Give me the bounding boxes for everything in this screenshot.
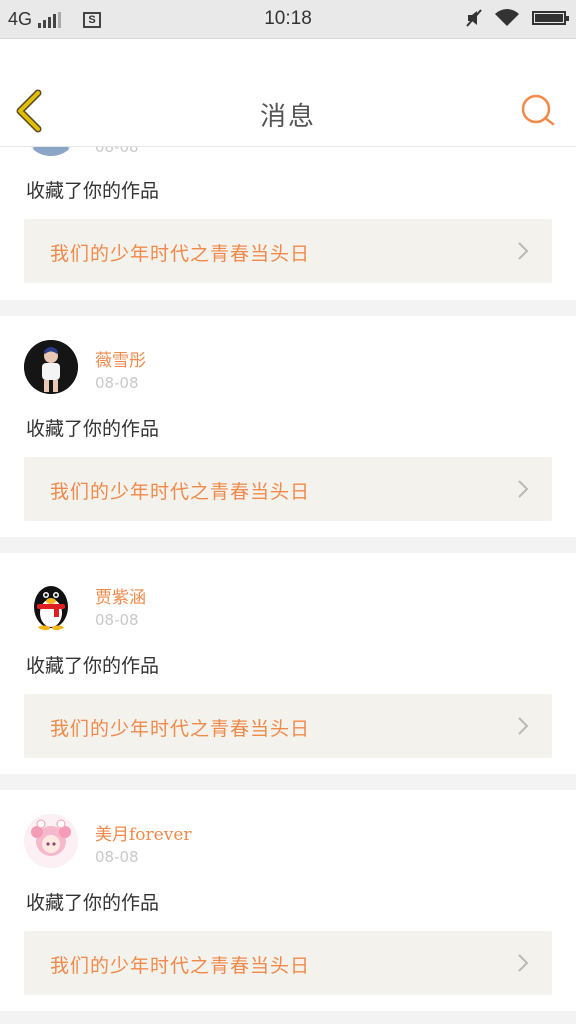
item-username[interactable]: 贾紫涵 bbox=[95, 583, 146, 608]
photo-avatar-icon[interactable] bbox=[24, 340, 78, 394]
item-action: 收藏了你的作品 bbox=[26, 180, 160, 202]
item-username[interactable]: 美月forever bbox=[95, 820, 192, 845]
search-icon[interactable] bbox=[520, 93, 556, 129]
work-link[interactable]: 我们的少年时代之青春当头日 bbox=[24, 694, 552, 758]
mute-icon bbox=[466, 9, 482, 27]
work-title: 我们的少年时代之青春当头日 bbox=[50, 955, 311, 977]
work-link[interactable]: 我们的少年时代之青春当头日 bbox=[24, 931, 552, 995]
status-bar: 4G S 10:18 bbox=[0, 0, 576, 39]
penguin-avatar-icon[interactable] bbox=[24, 577, 78, 631]
list-item: 贾紫涵 08-08 收藏了你的作品 我们的少年时代之青春当头日 bbox=[0, 553, 576, 774]
item-date: 08-08 bbox=[95, 374, 139, 392]
page-title: 消息 bbox=[259, 102, 316, 132]
item-action: 收藏了你的作品 bbox=[26, 892, 160, 914]
item-username[interactable]: 薇雪彤 bbox=[95, 346, 146, 371]
item-action: 收藏了你的作品 bbox=[26, 418, 160, 440]
chevron-right-icon bbox=[518, 954, 529, 972]
list-item: 美月forever 08-08 收藏了你的作品 我们的少年时代之青春当头日 bbox=[0, 790, 576, 1011]
item-date: 08-08 bbox=[95, 848, 139, 866]
status-right bbox=[466, 8, 569, 28]
chevron-right-icon bbox=[518, 480, 529, 498]
chevron-right-icon bbox=[518, 242, 529, 260]
list-item: 08-08 收藏了你的作品 我们的少年时代之青春当头日 bbox=[0, 102, 576, 300]
nav-bar: 消息 bbox=[0, 39, 576, 147]
item-action: 收藏了你的作品 bbox=[26, 655, 160, 677]
battery-icon bbox=[532, 11, 569, 25]
anime-girl-avatar-icon[interactable] bbox=[24, 814, 78, 868]
list-item: 薇雪彤 08-08 收藏了你的作品 我们的少年时代之青春当头日 bbox=[0, 316, 576, 537]
work-title: 我们的少年时代之青春当头日 bbox=[50, 718, 311, 740]
work-title: 我们的少年时代之青春当头日 bbox=[50, 243, 311, 265]
work-link[interactable]: 我们的少年时代之青春当头日 bbox=[24, 457, 552, 521]
wifi-icon bbox=[495, 9, 519, 26]
work-link[interactable]: 我们的少年时代之青春当头日 bbox=[24, 219, 552, 283]
chevron-right-icon bbox=[518, 717, 529, 735]
item-date: 08-08 bbox=[95, 611, 139, 629]
work-title: 我们的少年时代之青春当头日 bbox=[50, 481, 311, 503]
